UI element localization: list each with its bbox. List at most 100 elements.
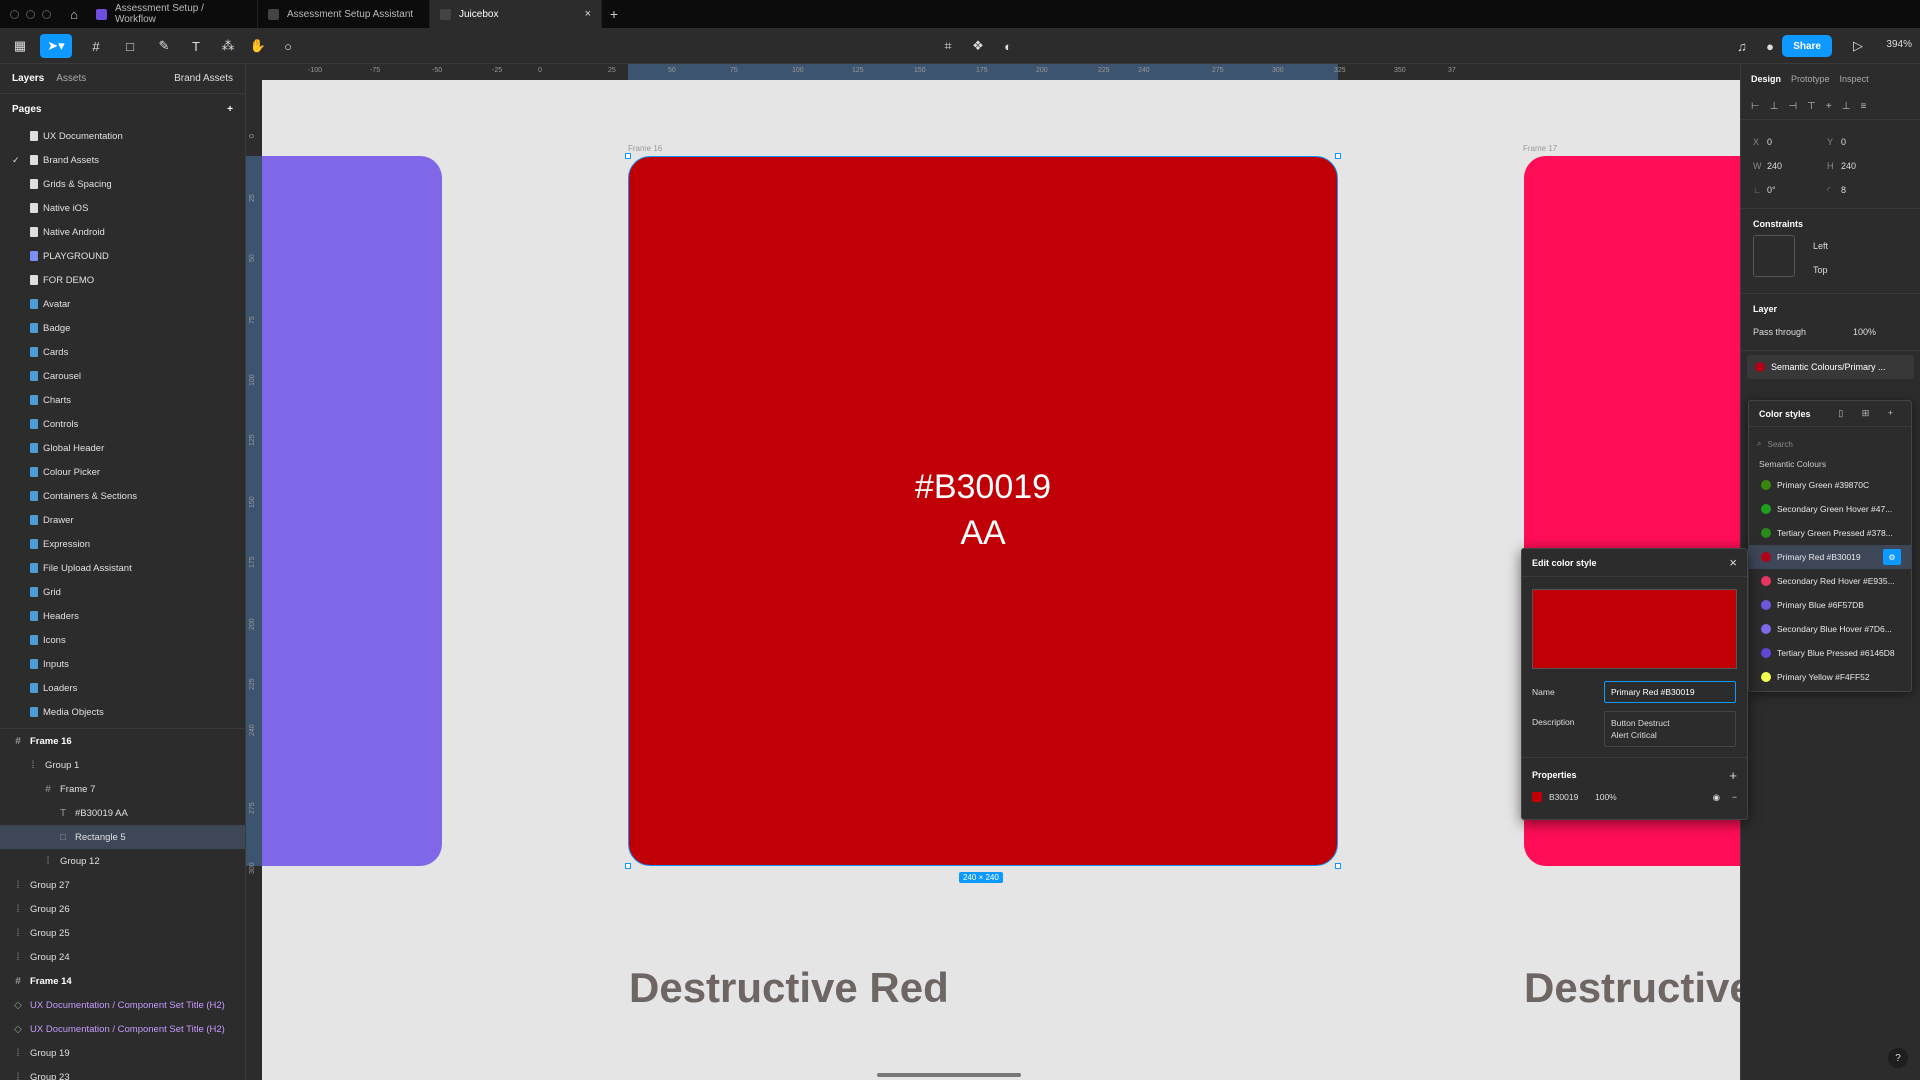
frame17-label[interactable]: Frame 17 (1523, 144, 1557, 153)
distribute-icon[interactable]: ≡ (1860, 101, 1866, 112)
tab-layers[interactable]: Layers (12, 73, 44, 84)
resources-icon[interactable]: ⁂ (216, 34, 240, 58)
zoom-level[interactable]: 394% (1886, 39, 1912, 50)
page-item[interactable]: FOR DEMO (0, 268, 245, 292)
align-bottom-icon[interactable]: ⊥ (1842, 101, 1851, 112)
constraint-horizontal[interactable]: Left (1813, 241, 1828, 251)
layer-item[interactable]: ⁞ Group 24 (0, 945, 245, 969)
page-item[interactable]: Global Header (0, 436, 245, 460)
page-item[interactable]: Grid (0, 580, 245, 604)
color-style-item[interactable]: Secondary Blue Hover #7D6... (1749, 617, 1911, 641)
align-left-icon[interactable]: ⊢ (1751, 101, 1760, 112)
align-right-icon[interactable]: ⊣ (1788, 101, 1797, 112)
page-item[interactable]: Grids & Spacing (0, 172, 245, 196)
layer-item[interactable]: ◇ UX Documentation / Component Set Title … (0, 1017, 245, 1041)
resize-handle[interactable] (1335, 863, 1341, 869)
fill-hex[interactable]: B30019 (1549, 792, 1595, 802)
page-item[interactable]: Media Objects (0, 700, 245, 724)
add-page-icon[interactable]: + (227, 104, 233, 115)
rotation-input[interactable]: 0° (1767, 185, 1827, 195)
edit-style-icon[interactable]: ⚙ (1883, 549, 1901, 565)
layer-item[interactable]: ⁞ Group 26 (0, 897, 245, 921)
x-input[interactable]: 0 (1767, 137, 1827, 147)
close-tab-icon[interactable]: × (585, 8, 591, 20)
add-property-icon[interactable]: + (1729, 768, 1737, 783)
text-tool-icon[interactable]: T (184, 34, 208, 58)
constraint-vertical[interactable]: Top (1813, 265, 1828, 275)
fill-swatch[interactable] (1532, 792, 1542, 802)
present-icon[interactable]: ▷ (1846, 34, 1870, 58)
shape-tool-icon[interactable]: □ (118, 34, 142, 58)
page-item[interactable]: File Upload Assistant (0, 556, 245, 580)
move-tool-icon[interactable]: ➤▾ (40, 34, 72, 58)
layer-item[interactable]: # Frame 14 (0, 969, 245, 993)
page-item[interactable]: Carousel (0, 364, 245, 388)
comment-tool-icon[interactable]: ○ (276, 34, 300, 58)
color-style-item[interactable]: Primary Yellow #F4FF52 (1749, 665, 1911, 689)
layer-item[interactable]: ⁞ Group 23 (0, 1065, 245, 1080)
layer-item[interactable]: ⁞ Group 19 (0, 1041, 245, 1065)
layer-item[interactable]: ⁞ Group 25 (0, 921, 245, 945)
fill-opacity[interactable]: 100% (1595, 792, 1617, 802)
resize-handle[interactable] (625, 863, 631, 869)
page-item[interactable]: Native iOS (0, 196, 245, 220)
align-middle-icon[interactable]: + (1826, 101, 1832, 112)
library-icon[interactable]: ▯ ⊞ + (1838, 408, 1901, 419)
tab-juicebox[interactable]: Juicebox × (430, 0, 602, 28)
contrast-icon[interactable]: ◐ (996, 34, 1020, 58)
page-item[interactable]: Loaders (0, 676, 245, 700)
window-controls[interactable] (0, 9, 62, 19)
headphones-icon[interactable]: ♫ (1730, 34, 1754, 58)
page-item[interactable]: Containers & Sections (0, 484, 245, 508)
radius-input[interactable]: 8 (1841, 185, 1901, 195)
resize-handle[interactable] (1335, 153, 1341, 159)
color-styles-search[interactable]: ⌕ Search (1757, 433, 1903, 455)
y-input[interactable]: 0 (1841, 137, 1901, 147)
tab-design[interactable]: Design (1751, 74, 1781, 84)
page-item[interactable]: Headers (0, 604, 245, 628)
title-destructive-red[interactable]: Destructive Red (629, 964, 949, 1012)
page-item[interactable]: UX Documentation (0, 124, 245, 148)
page-item[interactable]: Controls (0, 412, 245, 436)
close-icon[interactable]: × (1729, 555, 1737, 570)
align-top-icon[interactable]: ⊤ (1807, 101, 1816, 112)
page-item[interactable]: Cards (0, 340, 245, 364)
blend-mode-select[interactable]: Pass through (1753, 327, 1853, 337)
layer-item[interactable]: ◇ UX Documentation / Component Set Title … (0, 993, 245, 1017)
tab-inspect[interactable]: Inspect (1840, 74, 1869, 84)
resize-handle[interactable] (625, 153, 631, 159)
layer-item[interactable]: # Frame 7 (0, 777, 245, 801)
frame-purple-card[interactable] (262, 156, 442, 866)
layer-item[interactable]: T #B30019 AA (0, 801, 245, 825)
tab-assets[interactable]: Assets (56, 73, 86, 84)
crop-icon[interactable]: ⌗ (936, 34, 960, 58)
w-input[interactable]: 240 (1767, 161, 1827, 171)
color-style-item[interactable]: Tertiary Blue Pressed #6146D8 (1749, 641, 1911, 665)
page-selector[interactable]: Brand Assets (174, 73, 233, 84)
color-style-item[interactable]: Tertiary Green Pressed #378... (1749, 521, 1911, 545)
page-item[interactable]: ✓ Brand Assets (0, 148, 245, 172)
style-description-input[interactable]: Button Destruct Alert Critical (1604, 711, 1736, 747)
tab-assessment-assistant[interactable]: Assessment Setup Assistant (258, 0, 430, 28)
horizontal-scrollbar[interactable] (877, 1073, 1021, 1077)
layer-item[interactable]: # Frame 16 (0, 729, 245, 753)
color-style-item[interactable]: Secondary Green Hover #47... (1749, 497, 1911, 521)
h-input[interactable]: 240 (1841, 161, 1901, 171)
frame16-label[interactable]: Frame 16 (628, 144, 662, 153)
avatar[interactable]: ● (1758, 34, 1782, 58)
layer-item[interactable]: ⁞ Group 12 (0, 849, 245, 873)
color-style-item[interactable]: Primary Blue #6F57DB (1749, 593, 1911, 617)
new-tab-icon[interactable]: + (602, 6, 626, 22)
layer-item[interactable]: ⁞ Group 1 (0, 753, 245, 777)
title-destructive-next[interactable]: Destructive (1524, 964, 1740, 1012)
tab-prototype[interactable]: Prototype (1791, 74, 1830, 84)
page-item[interactable]: Colour Picker (0, 460, 245, 484)
page-item[interactable]: Drawer (0, 508, 245, 532)
layer-item[interactable]: □ Rectangle 5 (0, 825, 245, 849)
hand-tool-icon[interactable]: ✋ (246, 34, 270, 58)
layer-item[interactable]: ⁞ Group 27 (0, 873, 245, 897)
style-name-input[interactable]: Primary Red #B30019 (1604, 681, 1736, 703)
page-item[interactable]: Avatar (0, 292, 245, 316)
card-label[interactable]: #B30019 AA (628, 464, 1338, 556)
tab-assessment-workflow[interactable]: Assessment Setup / Workflow (86, 0, 258, 28)
